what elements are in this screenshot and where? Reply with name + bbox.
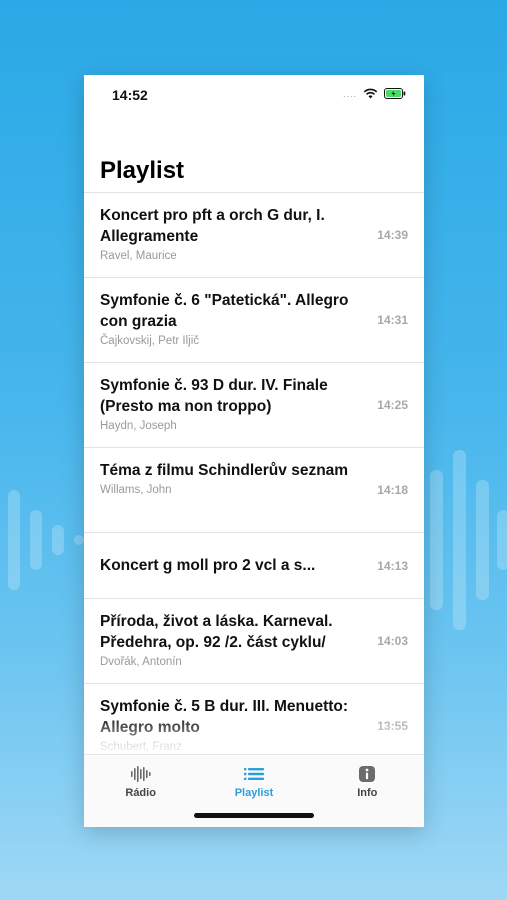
track-title: Koncert pro pft a orch G dur, I. Allegra…	[100, 207, 325, 245]
list-item[interactable]: Téma z filmu Schindlerův seznam Willams,…	[84, 448, 424, 533]
track-duration: 14:25	[377, 398, 408, 412]
track-title: Příroda, život a láska. Karneval. Předeh…	[100, 613, 333, 651]
track-artist: Dvořák, Antonín	[100, 656, 182, 668]
track-artist: Haydn, Joseph	[100, 420, 177, 432]
track-artist: Čajkovskij, Petr Iljič	[100, 335, 200, 347]
track-title: Symfonie č. 93 D dur. IV. Finale (Presto…	[100, 377, 328, 415]
track-duration: 14:03	[377, 634, 408, 648]
list-item[interactable]: Příroda, život a láska. Karneval. Předeh…	[84, 599, 424, 684]
track-title: Symfonie č. 6 "Patetická". Allegro con g…	[100, 292, 349, 330]
phone-screen: 14:52 .... Playlist Koncert pro pft a or…	[84, 75, 424, 827]
list-icon	[243, 768, 264, 780]
track-title: Téma z filmu Schindlerův seznam	[100, 462, 349, 479]
list-item[interactable]: Symfonie č. 93 D dur. IV. Finale (Presto…	[84, 363, 424, 448]
track-artist: Schubert, Franz	[100, 741, 182, 753]
page-title: Playlist	[100, 157, 185, 184]
track-duration: 14:31	[377, 313, 408, 327]
home-indicator[interactable]	[194, 813, 314, 818]
waveform-icon	[130, 766, 151, 782]
playlist-list: Koncert pro pft a orch G dur, I. Allegra…	[84, 192, 424, 755]
track-artist: Ravel, Maurice	[100, 250, 177, 262]
status-time: 14:52	[112, 87, 148, 103]
info-icon	[359, 766, 376, 782]
tab-label: Info	[357, 787, 378, 799]
list-item[interactable]: Symfonie č. 6 "Patetická". Allegro con g…	[84, 278, 424, 363]
track-duration: 14:18	[377, 483, 408, 497]
tab-label: Rádio	[125, 787, 156, 799]
tab-label: Playlist	[234, 787, 274, 799]
track-title: Koncert g moll pro 2 vcl a s...	[100, 557, 316, 574]
battery-icon	[384, 88, 406, 99]
tab-radio[interactable]: Rádio	[84, 755, 197, 827]
tab-info[interactable]: Info	[311, 755, 424, 827]
track-duration: 14:39	[377, 228, 408, 242]
track-duration: 14:13	[377, 558, 408, 573]
track-artist: Willams, John	[100, 484, 172, 496]
list-item[interactable]: Symfonie č. 5 B dur. III. Menuetto: Alle…	[84, 684, 424, 755]
signal-dots: ....	[342, 88, 357, 99]
track-title: Symfonie č. 5 B dur. III. Menuetto: Alle…	[100, 698, 349, 736]
status-bar: 14:52 ....	[84, 75, 424, 115]
list-item[interactable]: Koncert g moll pro 2 vcl a s... 14:13	[84, 533, 424, 599]
track-duration: 13:55	[377, 719, 408, 733]
wifi-icon	[363, 88, 378, 99]
list-item[interactable]: Koncert pro pft a orch G dur, I. Allegra…	[84, 193, 424, 278]
